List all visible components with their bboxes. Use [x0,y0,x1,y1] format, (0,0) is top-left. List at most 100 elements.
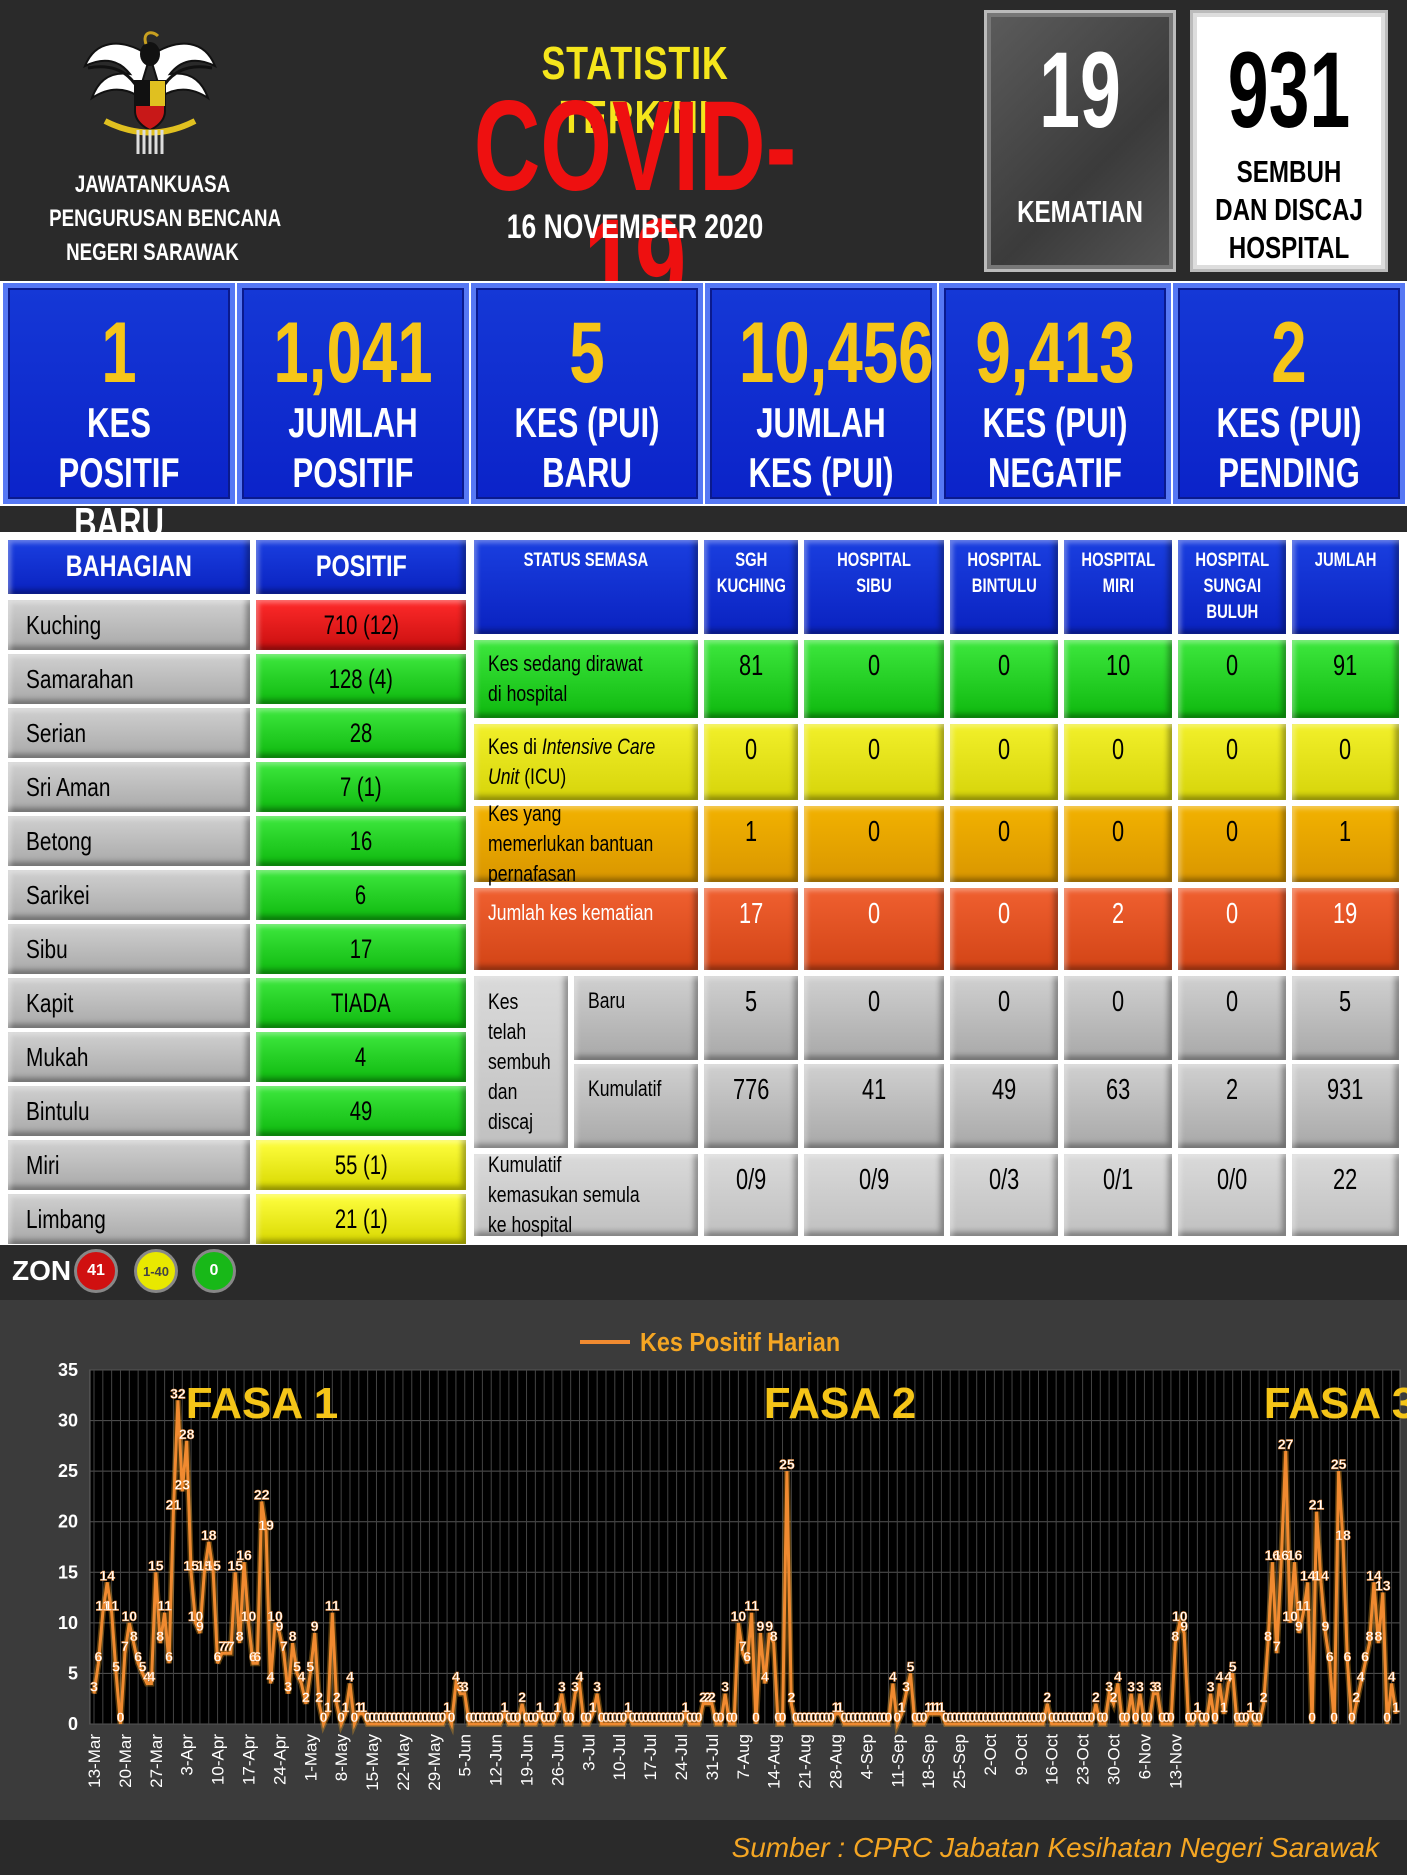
recovered-label-line: SEMBUH [1236,154,1342,189]
division-name-cell: Serian [6,706,252,760]
division-name: Sri Aman [26,771,111,802]
status-value: 0 [1225,816,1239,848]
recovered-value: 2 [1225,1074,1239,1106]
recovered-value-cell: 931 [1290,1062,1401,1150]
division-name-cell: Betong [6,814,252,868]
readmit-value-cell: 0/0 [1176,1152,1288,1238]
recovered-value: 63 [1105,1074,1131,1106]
data-label: 2 [518,1689,526,1705]
status-value-cell: 0 [948,722,1060,802]
deaths-box: 19 KEMATIAN [984,10,1176,272]
data-label: 8 [289,1628,297,1644]
division-positive-cell: 7 (1) [254,760,468,814]
data-label: 10 [122,1608,138,1624]
data-label: 4 [346,1669,354,1685]
data-label: 11 [325,1598,340,1614]
data-label: 2 [333,1689,341,1705]
data-label: 9 [311,1618,319,1634]
data-label: 4 [576,1669,584,1685]
x-tick-label: 24-Apr [270,1734,289,1785]
column-header: POSITIF [315,550,407,583]
status-header-cell: JUMLAH [1290,538,1401,636]
x-tick-label: 9-Oct [1012,1734,1031,1776]
status-value-cell: 81 [702,638,800,720]
data-label: 21 [1309,1497,1325,1513]
division-positive-value: 7 (1) [340,771,382,802]
data-label: 4 [1216,1669,1224,1685]
data-label: 18 [201,1527,217,1543]
data-label: 8 [130,1628,138,1644]
status-value-cell: 17 [702,886,800,972]
recovered-value-cell: 2 [1176,1062,1288,1150]
label-part: Kes di [488,734,542,759]
division-positive-value: 21 (1) [334,1203,388,1234]
status-value: 0 [1111,816,1125,848]
division-name-cell: Sri Aman [6,760,252,814]
division-positive-value: 710 (12) [323,609,399,640]
status-value-cell: 0 [802,886,946,972]
data-label: 0 [1383,1709,1391,1725]
data-label: 2 [1260,1689,1268,1705]
status-column-header: JUMLAH [1314,550,1377,571]
data-label: 8 [1374,1628,1382,1644]
division-positive-cell: 16 [254,814,468,868]
recovered-value-cell: 0 [1176,974,1288,1062]
status-value-cell: 0 [1176,638,1288,720]
data-label: 7 [121,1638,129,1654]
recovered-value: 49 [991,1074,1017,1106]
data-label: 9 [1321,1618,1329,1634]
data-label: 6 [1326,1648,1334,1664]
data-label: 23 [174,1476,190,1492]
status-row-label: Kes sedang dirawat di hospital [488,651,643,706]
x-tick-label: 22-May [394,1734,413,1791]
data-label: 3 [1154,1679,1162,1695]
data-label: 2 [1110,1689,1118,1705]
status-value-cell: 10 [1062,638,1174,720]
data-label: 5 [112,1658,120,1674]
x-tick-label: 1-May [301,1734,320,1782]
stat-value: 1,041 [273,305,433,401]
stat-label: KES POSITIF BARU [58,399,180,546]
status-value: 0 [867,650,881,682]
recovered-value-cell: 0 [1062,974,1174,1062]
status-value: 0 [997,816,1011,848]
status-column-header: SGH KUCHING [716,550,786,597]
division-positive-cell: 49 [254,1084,468,1138]
summary-stats: 1 KES POSITIF BARU 1,041 JUMLAH POSITIF 5 … [0,281,1407,546]
division-name-cell: Mukah [6,1030,252,1084]
status-value: 0 [997,650,1011,682]
status-row-label-cell: Jumlah kes kematian [472,886,700,972]
data-label: 25 [779,1456,795,1472]
column-header: BAHAGIAN [65,550,193,583]
status-value: 91 [1333,650,1358,682]
recovered-row-label: Baru [588,988,626,1013]
status-value: 1 [744,816,758,848]
data-label: 4 [267,1669,275,1685]
status-value: 0 [744,734,758,766]
data-label: 0 [779,1709,787,1725]
data-label: 19 [258,1517,274,1533]
division-name-cell: Miri [6,1138,252,1192]
data-label: 1 [554,1699,562,1715]
division-positive-cell: 17 [254,922,468,976]
data-label: 2 [708,1689,716,1705]
stat-total-positive: 1,041 JUMLAH POSITIF [237,283,469,504]
division-name: Betong [26,825,92,856]
stat-new-positive: 1 KES POSITIF BARU [3,283,235,546]
data-label: 5 [306,1658,314,1674]
recovered-value: 0 [1111,986,1125,1018]
data-label: 5 [907,1658,915,1674]
data-label: 4 [147,1669,155,1685]
data-label: 15 [205,1557,221,1573]
recovered-value-cell: 41 [802,1062,946,1150]
division-positive-value: TIADA [331,987,391,1018]
division-positive-cell: 28 [254,706,468,760]
readmit-label: Kumulatif kemasukan semula ke hospital [488,1152,640,1237]
data-label: 0 [567,1709,575,1725]
x-tick-label: 3-Jul [579,1734,598,1771]
data-label: 4 [761,1669,769,1685]
x-tick-label: 31-Jul [703,1734,722,1780]
division-positive-cell: 4 [254,1030,468,1084]
y-tick-label: 35 [58,1360,78,1380]
daily-cases-chart: 0 5 10 15 20 25 30 35 13-Mar 20-Mar 27-Mar 3-Apr 10-… [0,1300,1407,1820]
